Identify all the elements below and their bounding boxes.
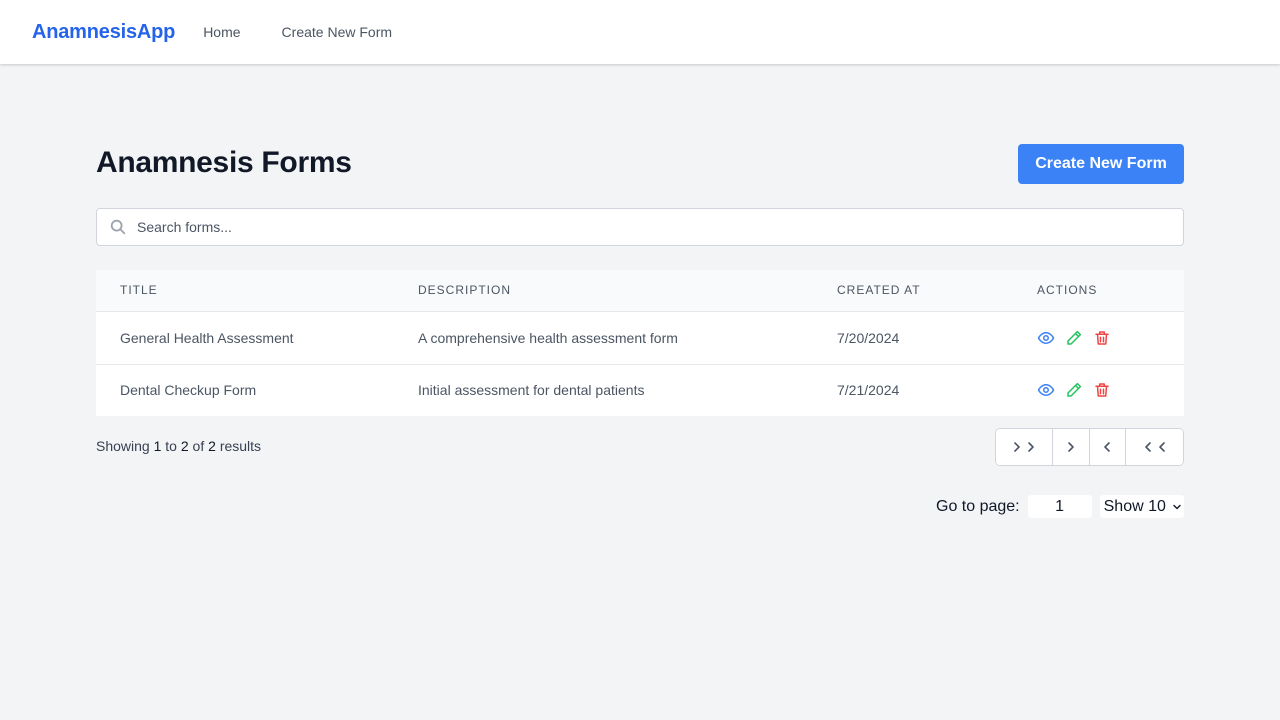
first-page-button[interactable]: [1126, 429, 1183, 465]
table-row: Dental Checkup Form Initial assessment f…: [96, 364, 1184, 416]
page-size-select[interactable]: Show 10: [1099, 495, 1184, 518]
chevron-left-icon: [1104, 442, 1111, 452]
chevrons-right-icon: [1014, 442, 1034, 452]
table-row: General Health Assessment A comprehensiv…: [96, 311, 1184, 365]
showing-prefix: Showing: [96, 438, 150, 454]
create-new-form-button[interactable]: Create New Form: [1018, 144, 1184, 184]
row-created-at: 7/21/2024: [837, 382, 900, 399]
chevron-right-icon: [1067, 442, 1074, 452]
showing-of-word: of: [192, 438, 205, 454]
row-actions: [1013, 364, 1184, 416]
pencil-icon[interactable]: [1065, 329, 1083, 347]
page-size-value: Show 10: [1103, 497, 1166, 515]
row-description: A comprehensive health assessment form: [394, 311, 813, 365]
pagination-controls: [995, 428, 1184, 466]
eye-icon[interactable]: [1037, 329, 1055, 347]
search-box: [96, 208, 1184, 246]
row-created-at: 7/20/2024: [813, 311, 1013, 365]
column-header-title: Title: [96, 270, 394, 312]
row-description: Initial assessment for dental patients: [418, 382, 645, 399]
top-navbar: AnamnesisApp Home Create New Form: [0, 0, 1280, 64]
eye-icon[interactable]: [1037, 381, 1055, 399]
showing-from: 1: [153, 438, 162, 454]
page-title: Anamnesis Forms: [96, 146, 352, 179]
trash-icon[interactable]: [1093, 381, 1111, 399]
table-header-row: Title Description Created At Actions: [96, 270, 1184, 312]
column-header-actions: Actions: [1013, 270, 1184, 312]
previous-page-button[interactable]: [1089, 429, 1127, 465]
next-page-button[interactable]: [1052, 429, 1090, 465]
forms-table-card: Title Description Created At Actions Gen…: [96, 270, 1184, 416]
goto-page-row: Go to page: Show 10: [936, 495, 1184, 518]
chevron-down-icon: [1173, 504, 1181, 509]
nav-link-home[interactable]: Home: [203, 24, 240, 40]
results-summary: Showing 1 to 2 of 2 results: [96, 438, 261, 454]
search-input[interactable]: [137, 209, 1177, 245]
search-icon: [110, 219, 126, 235]
showing-to: 2: [180, 438, 189, 454]
row-title: General Health Assessment: [96, 311, 394, 365]
showing-results-word: results: [219, 438, 262, 454]
showing-to-word: to: [165, 438, 177, 454]
brand-logo[interactable]: AnamnesisApp: [32, 21, 175, 44]
nav-link-create-new-form[interactable]: Create New Form: [282, 24, 392, 40]
forms-table: Title Description Created At Actions Gen…: [96, 270, 1184, 416]
goto-page-input[interactable]: [1027, 495, 1092, 518]
chevrons-left-icon: [1144, 442, 1165, 452]
trash-icon[interactable]: [1093, 329, 1111, 347]
goto-page-label: Go to page:: [936, 497, 1020, 515]
pencil-icon[interactable]: [1065, 381, 1083, 399]
column-header-description: Description: [394, 270, 813, 312]
row-actions: [1013, 311, 1184, 365]
last-page-button[interactable]: [996, 429, 1053, 465]
row-title: Dental Checkup Form: [120, 382, 257, 399]
showing-total: 2: [208, 438, 216, 454]
column-header-created-at: Created At: [813, 270, 1013, 312]
